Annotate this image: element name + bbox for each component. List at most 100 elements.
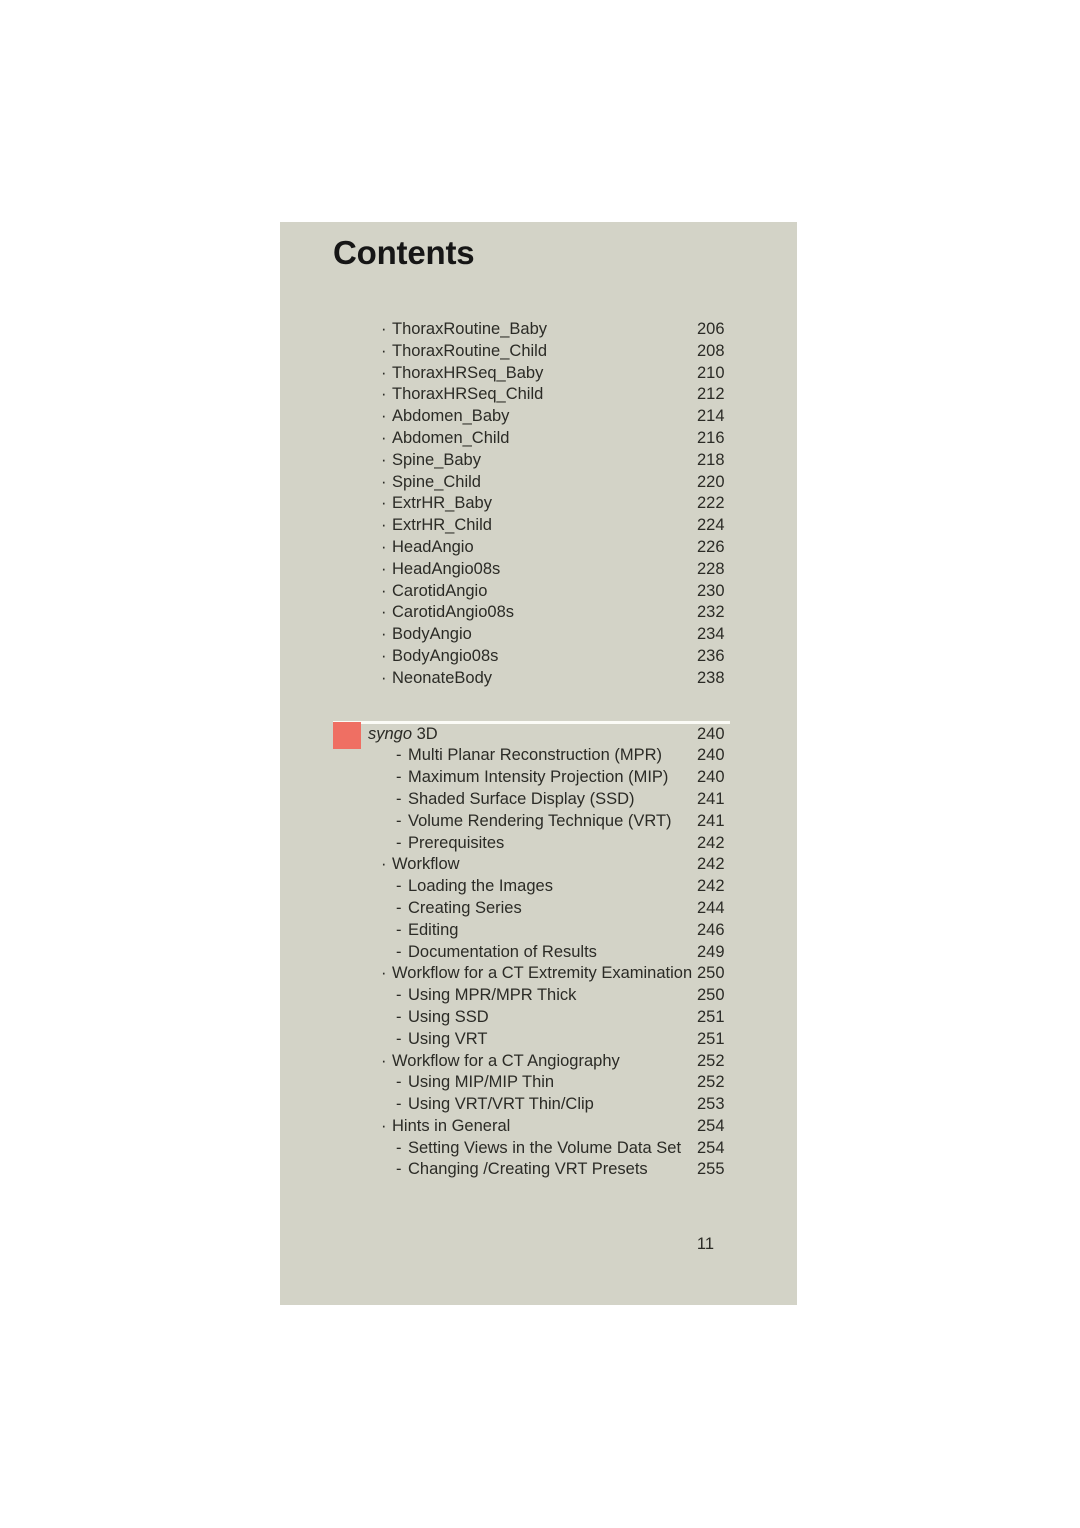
toc-entry-page: 241	[697, 789, 725, 808]
toc-entry[interactable]: · BodyAngio 234	[280, 624, 797, 646]
toc-entry-label: Using VRT/VRT Thin/Clip	[408, 1095, 594, 1114]
toc-entry[interactable]: · Abdomen_Child 216	[280, 428, 797, 450]
toc-entry-page: 234	[697, 625, 725, 644]
toc-entry[interactable]: - Using VRT/VRT Thin/Clip 253	[280, 1094, 797, 1116]
toc-entry[interactable]: - Using SSD 251	[280, 1007, 797, 1029]
toc-entry[interactable]: · ThoraxHRSeq_Child 212	[280, 384, 797, 406]
toc-entry-page: 250	[697, 964, 725, 983]
toc-entry[interactable]: - Maximum Intensity Projection (MIP) 240	[280, 767, 797, 789]
protocol-entries-group: · ThoraxRoutine_Baby 206 · ThoraxRoutine_Chi…	[280, 319, 797, 690]
toc-entry[interactable]: · ExtrHR_Baby 222	[280, 493, 797, 515]
toc-entry[interactable]: - Using MIP/MIP Thin 252	[280, 1072, 797, 1094]
toc-entry[interactable]: · Spine_Baby 218	[280, 450, 797, 472]
toc-entry[interactable]: - Shaded Surface Display (SSD) 241	[280, 789, 797, 811]
toc-entry-label: ExtrHR_Baby	[392, 494, 492, 513]
toc-entry-label: Documentation of Results	[408, 942, 597, 961]
bullet-icon: ·	[381, 646, 387, 665]
toc-entry[interactable]: - Prerequisites 242	[280, 833, 797, 855]
toc-entry[interactable]: · CarotidAngio 230	[280, 581, 797, 603]
toc-entry[interactable]: · Workflow for a CT Extremity Examination…	[280, 963, 797, 985]
toc-entry[interactable]: - Setting Views in the Volume Data Set 254	[280, 1138, 797, 1160]
toc-entry-label: HeadAngio	[392, 537, 474, 556]
toc-entry[interactable]: - Volume Rendering Technique (VRT) 241	[280, 811, 797, 833]
toc-entry[interactable]: · CarotidAngio08s 232	[280, 602, 797, 624]
toc-entry[interactable]: · ExtrHR_Child 224	[280, 515, 797, 537]
bullet-icon: ·	[381, 1116, 387, 1135]
toc-entry[interactable]: - Creating Series 244	[280, 898, 797, 920]
toc-entry[interactable]: · Workflow for a CT Angiography 252	[280, 1051, 797, 1073]
dash-icon: -	[396, 1095, 402, 1114]
toc-entry-label: ThoraxHRSeq_Child	[392, 385, 544, 404]
toc-entry-label: Abdomen_Baby	[392, 407, 510, 426]
toc-entry[interactable]: · HeadAngio 226	[280, 537, 797, 559]
toc-entry[interactable]: · Workflow 242	[280, 854, 797, 876]
toc-entry-label: Maximum Intensity Projection (MIP)	[408, 768, 669, 787]
toc-entry-label: ThoraxRoutine_Child	[392, 341, 548, 360]
toc-entry-page: 208	[697, 341, 725, 360]
toc-entry[interactable]: · NeonateBody 238	[280, 668, 797, 690]
toc-entry[interactable]: · Spine_Child 220	[280, 472, 797, 494]
bullet-icon: ·	[381, 363, 387, 382]
toc-entry-page: 253	[697, 1095, 725, 1114]
toc-entry-page: 240	[697, 768, 725, 787]
toc-entry-page: 228	[697, 559, 725, 578]
toc-entry[interactable]: · Abdomen_Baby 214	[280, 406, 797, 428]
bullet-icon: ·	[381, 516, 387, 535]
contents-list: · ThoraxRoutine_Baby 206 · ThoraxRoutine_Chi…	[280, 319, 797, 1181]
toc-entry[interactable]: · ThoraxRoutine_Child 208	[280, 341, 797, 363]
toc-entry-label: Using SSD	[408, 1007, 489, 1026]
dash-icon: -	[396, 1160, 402, 1179]
dash-icon: -	[396, 1007, 402, 1026]
toc-entry-label: Abdomen_Child	[392, 428, 510, 447]
toc-entry-page: 230	[697, 581, 725, 600]
toc-entry[interactable]: - Using MPR/MPR Thick 250	[280, 985, 797, 1007]
toc-entry[interactable]: · HeadAngio08s 228	[280, 559, 797, 581]
toc-entry-page: 206	[697, 320, 725, 338]
toc-entry-label: CarotidAngio08s	[392, 603, 514, 622]
toc-entry-page: 250	[697, 986, 725, 1005]
bullet-icon: ·	[381, 385, 387, 404]
toc-entry[interactable]: · BodyAngio08s 236	[280, 646, 797, 668]
toc-entry-label: ThoraxHRSeq_Baby	[392, 363, 544, 382]
dash-icon: -	[396, 1029, 402, 1048]
bullet-icon: ·	[381, 668, 387, 687]
toc-entry[interactable]: - Multi Planar Reconstruction (MPR) 240	[280, 745, 797, 767]
toc-entry[interactable]: · ThoraxHRSeq_Baby 210	[280, 363, 797, 385]
toc-entry-page: 240	[697, 746, 725, 765]
toc-entry[interactable]: - Editing 246	[280, 920, 797, 942]
toc-entry-page: 242	[697, 877, 725, 896]
bullet-icon: ·	[381, 559, 387, 578]
toc-entry[interactable]: - Documentation of Results 249	[280, 942, 797, 964]
toc-entry-page: 236	[697, 646, 725, 665]
toc-entry-label: Spine_Child	[392, 472, 481, 491]
toc-entry-page: 226	[697, 537, 725, 556]
section-header-syngo-3d[interactable]: syngo 3D 240	[280, 721, 797, 749]
toc-entry-page: 246	[697, 920, 725, 939]
section-header-suffix: 3D	[412, 724, 438, 743]
toc-entry-label: Setting Views in the Volume Data Set	[408, 1138, 682, 1157]
toc-entry[interactable]: - Changing /Creating VRT Presets 255	[280, 1159, 797, 1181]
toc-entry-label: Editing	[408, 920, 459, 939]
bullet-icon: ·	[381, 964, 387, 983]
bullet-icon: ·	[381, 625, 387, 644]
folio-number: 11	[696, 1235, 715, 1253]
dash-icon: -	[396, 746, 402, 765]
toc-entry-page: 232	[697, 603, 725, 622]
dash-icon: -	[396, 877, 402, 896]
toc-entry-label: Creating Series	[408, 898, 522, 917]
toc-entry-label: Multi Planar Reconstruction (MPR)	[408, 746, 662, 765]
toc-entry-label: NeonateBody	[392, 668, 492, 687]
toc-entry-page: 214	[697, 407, 725, 426]
toc-entry[interactable]: · Hints in General 254	[280, 1116, 797, 1138]
dash-icon: -	[396, 1138, 402, 1157]
toc-entry-page: 242	[697, 833, 725, 852]
toc-entry-label: Hints in General	[392, 1116, 511, 1135]
bullet-icon: ·	[381, 320, 387, 338]
bullet-icon: ·	[381, 494, 387, 513]
toc-entry[interactable]: - Loading the Images 242	[280, 876, 797, 898]
page-title: Contents	[333, 234, 475, 271]
toc-entry[interactable]: - Using VRT 251	[280, 1029, 797, 1051]
toc-entry[interactable]: · ThoraxRoutine_Baby 206	[280, 319, 797, 341]
toc-entry-label: Spine_Baby	[392, 450, 481, 469]
